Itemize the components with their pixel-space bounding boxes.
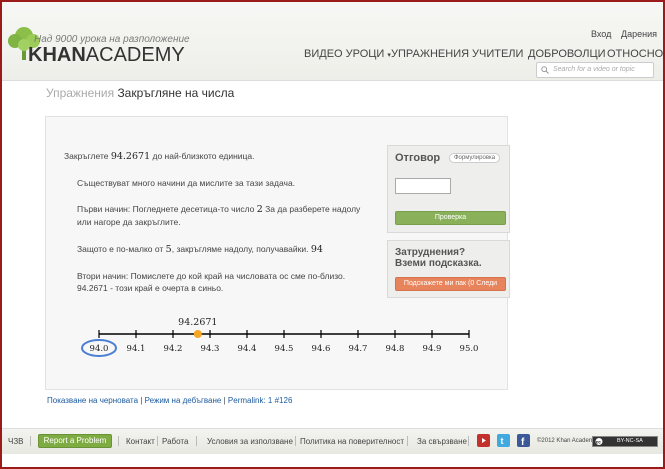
search-icon [541, 66, 549, 74]
site-footer: ЧЗВ Report a Problem Контакт Работа Усло… [2, 428, 663, 454]
twitter-icon[interactable]: t [497, 434, 510, 447]
point-marker [193, 330, 202, 338]
formulation-button[interactable]: Формулировка [449, 153, 501, 163]
breadcrumb-parent-link[interactable]: Упражнения [46, 86, 114, 100]
hint-text: 94.2671 - този край е очерта в синьо. [77, 283, 224, 293]
exercise-links: Показване на черновата | Режим на дебъгв… [47, 396, 292, 405]
link-separator: | [223, 396, 226, 405]
number-line-tick-label: 94.0 [90, 344, 109, 354]
hint-text: Втори начин: Помислете до кой край на чи… [77, 271, 346, 281]
footer-divider [118, 436, 119, 446]
page-title: Закръгляне на числа [117, 86, 235, 100]
number-line-tick-label: 94.4 [238, 344, 257, 354]
number-line: 94.0 94.1 94.2 94.3 94.4 94.5 94.6 94.7 94.8 94.9… [81, 317, 479, 357]
problem-text: Закръглете [64, 151, 111, 161]
logo-part-khan: KHAN [28, 44, 86, 66]
number-line-tick-label: 94.2 [164, 344, 183, 354]
page-frame: Над 9000 урока на разположение KHANACADE… [0, 0, 665, 469]
footer-faq-link[interactable]: ЧЗВ [8, 437, 24, 446]
nav-exercises[interactable]: УПРАЖНЕНИЯ [391, 48, 469, 60]
problem-statement: Закръглете 94.2671 до най-близкото едини… [64, 150, 255, 163]
svg-text:f: f [521, 437, 525, 447]
footer-divider [30, 436, 31, 446]
number-line-tick-label: 94.8 [386, 344, 405, 354]
svg-text:cc: cc [596, 439, 602, 444]
number-line-tick-label: 94.3 [201, 344, 220, 354]
check-answer-button[interactable]: Проверка [395, 211, 506, 225]
nav-label: ВИДЕО УРОЦИ [304, 48, 385, 60]
number-line-tick-label: 94.1 [127, 344, 146, 354]
point-value-label: 94.2671 [178, 317, 217, 328]
help-title-line: Вземи подсказка. [395, 258, 482, 269]
hint-number: 94 [310, 244, 323, 255]
youtube-icon[interactable] [477, 434, 490, 447]
number-line-tick-label: 94.6 [312, 344, 331, 354]
svg-text:t: t [501, 436, 504, 446]
get-hint-button[interactable]: Подскажете ми пак (0 Следи [395, 277, 506, 291]
hint-text: Първи начин: Погледнете десетица-то числ… [77, 204, 257, 214]
hint-method-two: Втори начин: Помислете до кой край на чи… [77, 270, 345, 294]
problem-number: 94.2671 [110, 151, 151, 162]
number-line-tick-label: 94.9 [423, 344, 442, 354]
permalink-link[interactable]: Permalink: 1 #126 [228, 396, 292, 405]
site-header: Над 9000 урока на разположение KHANACADE… [2, 2, 663, 81]
number-line-tick-label: 94.5 [275, 344, 294, 354]
help-title: Затруднения? Вземи подсказка. [395, 247, 482, 269]
donate-link[interactable]: Дарения [621, 29, 657, 39]
login-link[interactable]: Вход [591, 29, 611, 39]
debug-mode-link[interactable]: Режим на дебъгване [145, 396, 222, 405]
site-logo[interactable]: KHANACADEMY [28, 44, 185, 67]
logo-part-academy: ACADEMY [85, 44, 185, 66]
answer-title: Отговор [395, 152, 441, 164]
hint-text: , закръгляме надолу, получавайки. [171, 244, 311, 254]
footer-divider [295, 436, 296, 446]
hint-round-down: Защото е по-малко от 5, закръгляме надол… [77, 243, 323, 256]
footer-divider [157, 436, 158, 446]
hint-method-one: Първи начин: Погледнете десетица-то числ… [77, 203, 360, 228]
link-separator: | [140, 396, 143, 405]
problem-text: до най-близкото единица. [150, 151, 255, 161]
cc-license-badge[interactable]: cc BY-NC-SA [592, 436, 658, 447]
nav-about[interactable]: ОТНОСНО [607, 48, 663, 60]
hint-text: или нагоре да закръглите. [77, 217, 181, 227]
show-scratchpad-link[interactable]: Показване на черновата [47, 396, 138, 405]
answer-input[interactable] [395, 178, 451, 194]
footer-divider [196, 436, 197, 446]
footer-terms-link[interactable]: Условия за използване [207, 437, 293, 446]
facebook-icon[interactable]: f [517, 434, 530, 448]
search-placeholder: Search for a video or topic [553, 66, 635, 73]
help-panel: Затруднения? Вземи подсказка. Подскажете … [387, 240, 510, 298]
search-input[interactable]: Search for a video or topic [536, 62, 654, 78]
report-problem-button[interactable]: Report a Problem [38, 434, 112, 448]
nav-volunteers[interactable]: ДОБРОВОЛЦИ [528, 48, 606, 60]
answer-panel: Отговор Формулировка Проверка [387, 145, 510, 233]
nav-teachers[interactable]: УЧИТЕЛИ [472, 48, 523, 60]
footer-jobs-link[interactable]: Работа [162, 437, 188, 446]
footer-divider [468, 436, 469, 446]
breadcrumb: Упражнения Закръгляне на числа [46, 86, 234, 100]
footer-divider [407, 436, 408, 446]
hint-intro: Съществуват много начини да мислите за т… [77, 178, 296, 188]
footer-privacy-link[interactable]: Политика на поверителност [300, 437, 404, 446]
number-line-tick-label: 94.7 [349, 344, 368, 354]
cc-license-text: BY-NC-SA [617, 438, 643, 444]
help-title-line: Затруднения? [395, 247, 466, 258]
nav-video-lessons[interactable]: ВИДЕО УРОЦИ ▾ [304, 48, 391, 60]
hint-text: Защото е по-малко от [77, 244, 166, 254]
footer-connect-link[interactable]: За свързване [417, 437, 467, 446]
number-line-tick-label: 95.0 [460, 344, 479, 354]
hint-text: За да разберете надолу [262, 204, 361, 214]
footer-contact-link[interactable]: Контакт [126, 437, 155, 446]
